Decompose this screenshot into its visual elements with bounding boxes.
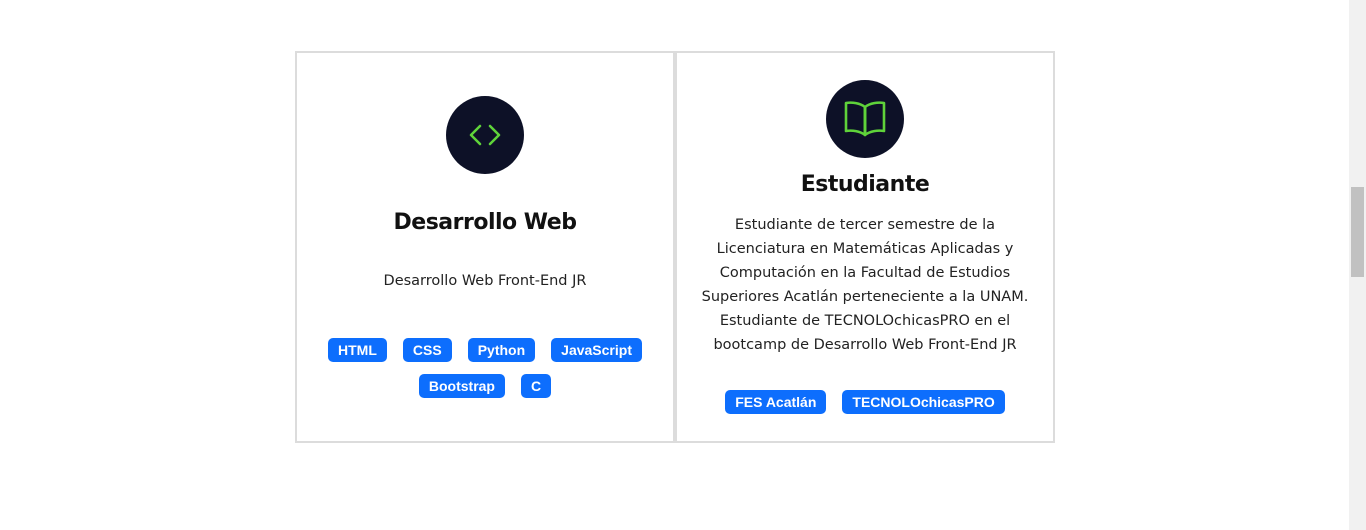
cards-section: Desarrollo Web Desarrollo Web Front-End … <box>295 51 1055 443</box>
book-icon <box>844 101 886 137</box>
card-title: Estudiante <box>800 172 930 197</box>
card-title: Desarrollo Web <box>393 210 577 235</box>
book-icon-badge <box>826 80 904 158</box>
tag-javascript[interactable]: JavaScript <box>551 338 642 362</box>
tag-python[interactable]: Python <box>467 338 536 362</box>
card-text: Desarrollo Web Front-End JR <box>383 273 587 289</box>
tag-bootstrap[interactable]: Bootstrap <box>418 374 505 398</box>
tag-html[interactable]: HTML <box>328 338 387 362</box>
tag-c[interactable]: C <box>521 374 552 398</box>
scrollbar-thumb[interactable] <box>1351 187 1364 277</box>
card-desarrollo-web: Desarrollo Web Desarrollo Web Front-End … <box>295 51 675 443</box>
tag-tecnolochicaspro[interactable]: TECNOLOchicasPRO <box>842 390 1005 414</box>
code-icon-badge <box>446 96 524 174</box>
tag-list: FES Acatlán TECNOLOchicasPRO <box>725 390 1005 414</box>
page: Desarrollo Web Desarrollo Web Front-End … <box>0 0 1366 530</box>
tag-fes-acatlan[interactable]: FES Acatlán <box>725 390 827 414</box>
code-icon <box>469 124 501 146</box>
card-estudiante: Estudiante Estudiante de tercer semestre… <box>675 51 1055 443</box>
tag-list: HTML CSS Python JavaScript Bootstrap C <box>320 338 650 398</box>
tag-css[interactable]: CSS <box>402 338 452 362</box>
card-text: Estudiante de tercer semestre de la Lice… <box>701 217 1029 353</box>
vertical-scrollbar[interactable] <box>1349 0 1366 530</box>
